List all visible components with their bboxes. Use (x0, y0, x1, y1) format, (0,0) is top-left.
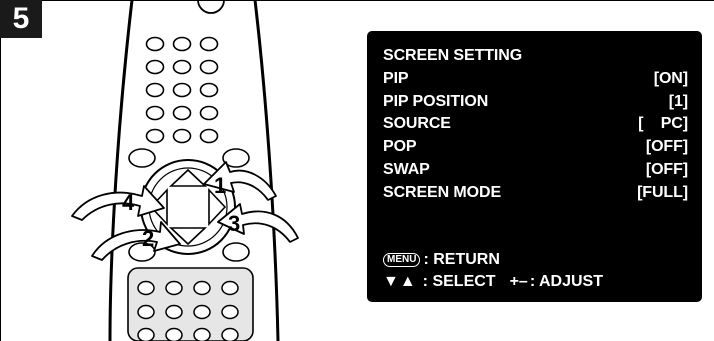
callout-1: 1 (214, 173, 226, 198)
osd-footer-help: MENU: RETURN ▼▲ : SELECT +–: ADJUST (383, 249, 603, 293)
menu-item-value: [OFF] (645, 160, 688, 178)
menu-item-value: [OFF] (645, 138, 688, 156)
plus-minus-icon: +– (509, 273, 528, 290)
remote-control-illustration: 1 2 3 4 (71, 0, 299, 341)
menu-item-value: [ON] (653, 69, 688, 87)
up-down-arrows-icon: ▼▲ (383, 273, 417, 290)
left-rule (0, 0, 1, 341)
select-text: : SELECT (422, 273, 496, 290)
menu-item-pip-position[interactable]: PIP POSITION [1] (383, 91, 688, 114)
menu-key-icon: MENU (383, 253, 421, 267)
menu-item-swap[interactable]: SWAP [OFF] (383, 159, 688, 182)
menu-item-value: [FULL] (637, 183, 688, 201)
menu-item-screen-mode[interactable]: SCREEN MODE [FULL] (383, 182, 688, 205)
step-number-badge: 5 (0, 0, 42, 38)
footer-return-line: MENU: RETURN (383, 249, 603, 271)
callout-3: 3 (228, 211, 240, 236)
menu-item-label: SCREEN MODE (383, 183, 502, 201)
menu-title: SCREEN SETTING (383, 47, 523, 64)
adjust-text: : ADJUST (529, 273, 603, 290)
menu-item-label: PIP POSITION (383, 92, 489, 110)
menu-item-label: SOURCE (383, 115, 451, 133)
menu-item-pip[interactable]: PIP [ON] (383, 68, 688, 91)
callout-4: 4 (122, 190, 135, 215)
menu-item-source[interactable]: SOURCE [ PC] (383, 113, 688, 136)
menu-item-label: SWAP (383, 160, 430, 178)
menu-item-label: POP (383, 138, 417, 156)
callout-2: 2 (142, 226, 154, 251)
menu-title-row: SCREEN SETTING (383, 45, 688, 68)
osd-menu-panel: SCREEN SETTING PIP [ON] PIP POSITION [1]… (367, 31, 702, 302)
menu-item-value: [1] (668, 92, 688, 110)
osd-menu-list: SCREEN SETTING PIP [ON] PIP POSITION [1]… (383, 45, 688, 205)
menu-item-value: [ PC] (638, 115, 688, 133)
footer-select-adjust-line: ▼▲ : SELECT +–: ADJUST (383, 271, 603, 293)
menu-item-label: PIP (383, 69, 409, 87)
menu-item-pop[interactable]: POP [OFF] (383, 136, 688, 159)
return-text: : RETURN (423, 251, 500, 268)
